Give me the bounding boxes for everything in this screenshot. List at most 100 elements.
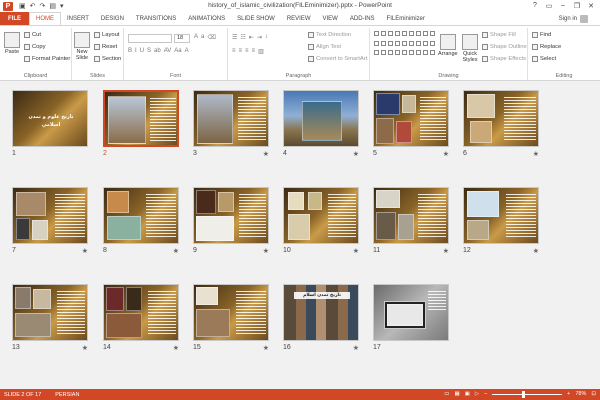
transition-star-icon[interactable]: ★ [82, 344, 88, 352]
slide-image[interactable] [463, 90, 539, 147]
slide-image[interactable] [103, 187, 179, 244]
decrease-indent-icon[interactable]: ⇤ [249, 34, 254, 41]
help-icon[interactable]: ? [528, 0, 542, 11]
slide-thumbnail[interactable]: 17 [373, 284, 449, 354]
section-button[interactable]: Section [94, 56, 121, 62]
tab-home[interactable]: HOME [29, 12, 61, 25]
zoom-slider[interactable] [492, 390, 563, 398]
slide-thumbnail[interactable]: 10 ★ [283, 187, 359, 257]
shrink-font-icon[interactable]: a [201, 34, 204, 41]
transition-star-icon[interactable]: ★ [263, 247, 269, 255]
restore-icon[interactable]: ❐ [570, 0, 584, 11]
clear-format-icon[interactable]: ⌫ [207, 34, 215, 41]
slide-thumbnail[interactable]: 5 ★ [373, 90, 449, 160]
slide-image[interactable] [103, 90, 179, 147]
zoom-level[interactable]: 78% [575, 391, 586, 397]
undo-icon[interactable]: ↶ [30, 2, 36, 10]
spacing-icon[interactable]: AV [164, 48, 172, 54]
arrange-button[interactable]: Arrange [438, 34, 458, 57]
quick-styles-button[interactable]: Quick Styles [462, 34, 478, 63]
zoom-out-icon[interactable]: – [484, 391, 487, 397]
slide-count-status[interactable]: SLIDE 2 OF 17 [4, 392, 41, 398]
slide-sorter-view-icon[interactable]: ▦ [454, 391, 459, 397]
slide-image[interactable] [103, 284, 179, 341]
transition-star-icon[interactable]: ★ [173, 247, 179, 255]
slide-image[interactable] [12, 187, 88, 244]
avatar[interactable] [580, 15, 588, 23]
customize-icon[interactable]: ▾ [60, 2, 64, 10]
slide-thumbnail[interactable]: 3 ★ [193, 90, 269, 160]
tab-file[interactable]: FILE [0, 12, 29, 25]
transition-star-icon[interactable]: ★ [263, 344, 269, 352]
numbering-icon[interactable]: ☷ [240, 34, 245, 41]
tab-animations[interactable]: ANIMATIONS [182, 12, 231, 25]
transition-star-icon[interactable]: ★ [443, 247, 449, 255]
slide-thumbnail[interactable]: 4 ★ [283, 90, 359, 160]
replace-button[interactable]: Replace [532, 44, 561, 50]
font-family-select[interactable] [128, 34, 172, 43]
shadow-icon[interactable]: ab [154, 48, 161, 54]
tab-review[interactable]: REVIEW [281, 12, 317, 25]
transition-star-icon[interactable]: ★ [82, 247, 88, 255]
slide-image[interactable] [463, 187, 539, 244]
align-left-icon[interactable]: ≡ [232, 48, 236, 55]
align-right-icon[interactable]: ≡ [245, 48, 249, 55]
transition-star-icon[interactable]: ★ [263, 150, 269, 158]
line-spacing-icon[interactable]: ↕ [265, 34, 268, 41]
increase-indent-icon[interactable]: ⇥ [257, 34, 262, 41]
underline-icon[interactable]: U [140, 48, 144, 54]
tab-transitions[interactable]: TRANSITIONS [130, 12, 182, 25]
slide-thumbnail[interactable]: 12 ★ [463, 187, 539, 257]
convert-smartart-button[interactable]: Convert to SmartArt [308, 56, 367, 62]
zoom-in-icon[interactable]: + [567, 391, 570, 397]
tab-add-ins[interactable]: ADD-INS [344, 12, 381, 25]
slide-thumbnail[interactable]: تاريخ علوم و تمدن اسلامي 1 [12, 90, 88, 160]
slide-image[interactable] [283, 187, 359, 244]
select-button[interactable]: Select [532, 56, 556, 62]
slide-image[interactable] [193, 284, 269, 341]
normal-view-icon[interactable]: ▭ [444, 391, 449, 397]
columns-icon[interactable]: ▥ [258, 48, 264, 55]
bullets-icon[interactable]: ☰ [232, 34, 237, 41]
tab-view[interactable]: VIEW [317, 12, 344, 25]
ribbon-display-icon[interactable]: ▭ [542, 0, 556, 11]
slide-image[interactable] [193, 187, 269, 244]
strikethrough-icon[interactable]: S [147, 48, 151, 54]
zoom-slider-handle[interactable] [522, 390, 526, 398]
cut-button[interactable]: Cut [24, 32, 41, 38]
slide-image[interactable] [373, 284, 449, 341]
transition-star-icon[interactable]: ★ [533, 150, 539, 158]
slide-thumbnail[interactable]: 14 ★ [103, 284, 179, 354]
sign-in[interactable]: Sign in [559, 15, 588, 23]
slideshow-icon[interactable]: ▤ [49, 2, 56, 10]
reading-view-icon[interactable]: ▣ [465, 391, 470, 397]
fit-to-window-icon[interactable]: ⊡ [591, 391, 596, 397]
shape-outline-button[interactable]: Shape Outline [482, 44, 527, 50]
align-text-button[interactable]: Align Text [308, 44, 341, 50]
transition-star-icon[interactable]: ★ [443, 150, 449, 158]
slide-thumbnail[interactable]: 11 ★ [373, 187, 449, 257]
slide-image[interactable]: تاريخ علوم و تمدن اسلامي [12, 90, 88, 147]
slide-image[interactable] [283, 90, 359, 147]
close-icon[interactable]: ✕ [584, 0, 598, 11]
slide-image[interactable] [12, 284, 88, 341]
slide-thumbnail[interactable]: 2 [103, 90, 179, 160]
find-button[interactable]: Find [532, 32, 551, 38]
slide-thumbnail[interactable]: 9 ★ [193, 187, 269, 257]
justify-icon[interactable]: ≡ [252, 48, 256, 55]
transition-star-icon[interactable]: ★ [533, 247, 539, 255]
transition-star-icon[interactable]: ★ [353, 247, 359, 255]
italic-icon[interactable]: I [135, 48, 137, 54]
slide-thumbnail[interactable]: 8 ★ [103, 187, 179, 257]
font-color-icon[interactable]: A [185, 48, 189, 54]
slide-thumbnail[interactable]: 15 ★ [193, 284, 269, 354]
reset-button[interactable]: Reset [94, 44, 117, 50]
slide-thumbnail[interactable]: 6 ★ [463, 90, 539, 160]
slide-thumbnail[interactable]: 13 ★ [12, 284, 88, 354]
slideshow-view-icon[interactable]: ▷ [475, 391, 479, 397]
slide-image[interactable]: تاریخ تمدن اسلام [283, 284, 359, 341]
layout-button[interactable]: Layout [94, 32, 119, 38]
text-direction-button[interactable]: Text Direction [308, 32, 351, 38]
align-center-icon[interactable]: ≡ [239, 48, 243, 55]
transition-star-icon[interactable]: ★ [353, 150, 359, 158]
